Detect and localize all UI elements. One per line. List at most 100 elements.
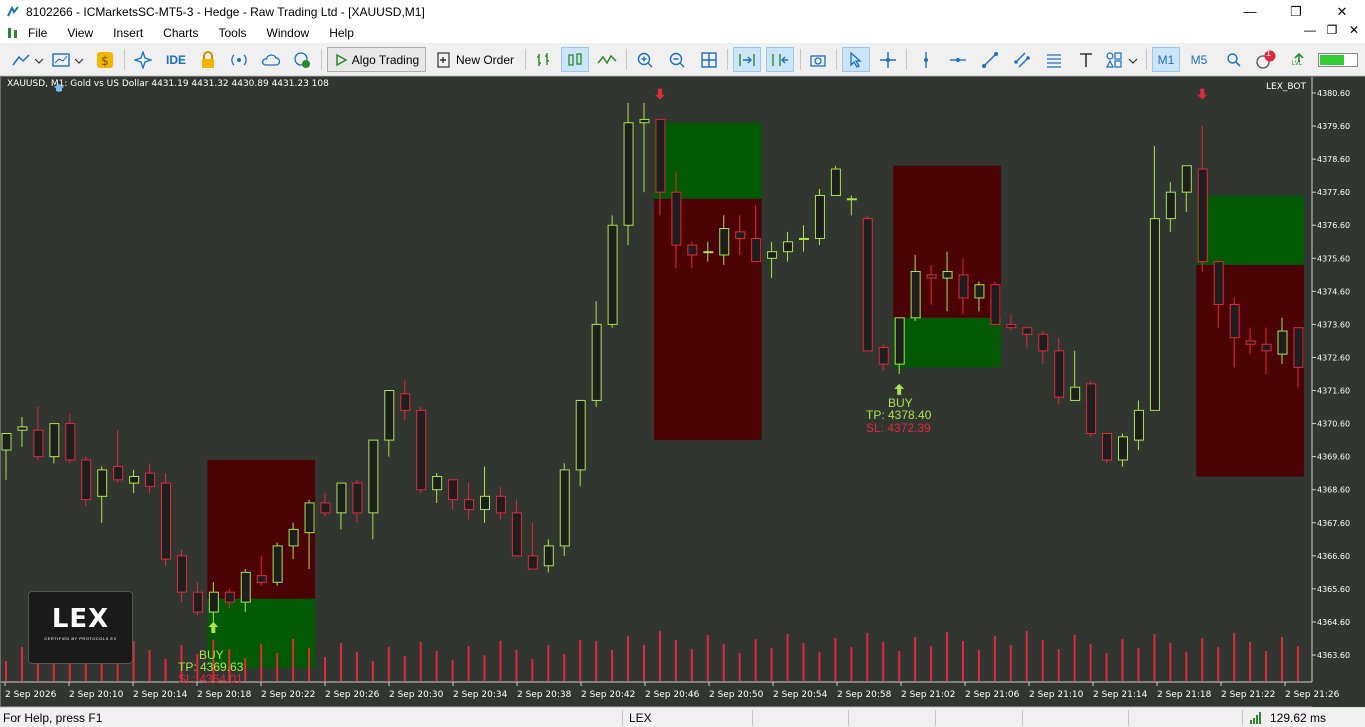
ide-label: IDE <box>165 52 186 67</box>
text-icon <box>1080 52 1092 67</box>
menu-help[interactable]: Help <box>319 26 364 40</box>
trade-4-tp-zone <box>893 317 1001 368</box>
price-tick-label: 4375.60 <box>1317 254 1350 263</box>
candle-body <box>224 591 235 603</box>
close-button[interactable]: ✕ <box>1319 0 1365 23</box>
candle-body <box>336 482 347 514</box>
cursor-tool-button[interactable] <box>842 47 870 72</box>
new-order-button[interactable]: New Order <box>430 47 520 72</box>
ide-button[interactable]: IDE <box>162 47 190 72</box>
candle-body <box>703 251 714 254</box>
search-icon <box>1227 52 1241 67</box>
market-button[interactable]: $ <box>93 47 117 72</box>
profiles-button[interactable] <box>50 47 86 72</box>
price-tick-label: 4365.60 <box>1317 585 1350 594</box>
timeframe-m5-label: M5 <box>1190 52 1208 67</box>
shapes-button[interactable] <box>1104 47 1140 72</box>
timeframe-m5-button[interactable]: M5 <box>1186 47 1212 72</box>
candle-body <box>352 482 363 514</box>
price-tick-label: 4374.60 <box>1317 287 1350 296</box>
candle-body <box>65 423 76 461</box>
candle-body <box>942 271 953 279</box>
menu-view[interactable]: View <box>57 26 103 40</box>
vps-button[interactable] <box>258 47 282 72</box>
mdi-restore-button[interactable]: ❐ <box>1321 23 1343 37</box>
mdi-close-button[interactable]: ✕ <box>1343 23 1365 37</box>
screenshot-button[interactable] <box>806 47 830 72</box>
candle-body <box>208 591 219 613</box>
channel-button[interactable] <box>1010 47 1034 72</box>
sparkle-icon <box>134 50 152 69</box>
chart-shift-button[interactable] <box>766 47 794 72</box>
channel-icon <box>1014 52 1030 67</box>
new-order-icon <box>437 51 450 68</box>
menu-insert[interactable]: Insert <box>103 26 153 40</box>
broadcast-icon <box>231 54 247 65</box>
time-tick-label: 2 Sep 20:54 <box>773 690 828 700</box>
new-chart-button[interactable] <box>10 47 46 72</box>
community-button[interactable] <box>290 47 314 72</box>
menu-window[interactable]: Window <box>257 26 320 40</box>
chart-menu-icon[interactable] <box>4 25 26 41</box>
lex-logo: LEX CERTIFIED BY PROTOCOLS EX <box>28 591 133 664</box>
candlestick-chart-button[interactable] <box>561 47 589 72</box>
tile-windows-button[interactable] <box>697 47 721 72</box>
trendline-icon <box>982 51 998 68</box>
timeframe-m1-button[interactable]: M1 <box>1152 47 1180 72</box>
menu-charts[interactable]: Charts <box>153 26 208 40</box>
notifications-button[interactable]: 1 <box>1252 47 1278 72</box>
text-tool-button[interactable] <box>1074 47 1098 72</box>
price-chart[interactable]: BUYTP: 4369.63SL: 4364.01BUYTP: 4378.40S… <box>1 77 1365 708</box>
play-icon <box>336 53 348 66</box>
time-tick-label: 2 Sep 20:10 <box>69 690 124 700</box>
trade-1-sl-label: SL: 4364.01 <box>178 672 243 686</box>
trendline-button[interactable] <box>978 47 1002 72</box>
restore-button[interactable]: ❐ <box>1273 0 1319 23</box>
price-tick-label: 4369.60 <box>1317 453 1350 462</box>
horizontal-line-button[interactable] <box>946 47 970 72</box>
dollar-coin-icon: $ <box>97 51 113 68</box>
time-tick-label: 2 Sep 21:14 <box>1093 690 1148 700</box>
candle-body <box>17 426 28 431</box>
bar-chart-button[interactable] <box>531 47 555 72</box>
candle-body <box>1229 304 1240 339</box>
fibonacci-icon <box>1047 53 1061 68</box>
candle-body <box>1118 436 1128 461</box>
line-chart-button[interactable] <box>594 47 620 72</box>
crosshair-tool-button[interactable] <box>876 47 900 72</box>
candle-body <box>304 502 315 534</box>
menu-file[interactable]: File <box>26 26 57 40</box>
vertical-line-button[interactable] <box>914 47 938 72</box>
candle-body <box>799 237 809 240</box>
candle-body <box>878 347 889 365</box>
candle-body <box>1149 218 1160 411</box>
price-tick-label: 4380.60 <box>1317 89 1350 98</box>
fibonacci-button[interactable] <box>1042 47 1066 72</box>
metatrader-app-icon <box>7 5 19 16</box>
mdi-minimize-button[interactable]: — <box>1299 23 1321 37</box>
zoom-in-button[interactable] <box>633 47 657 72</box>
candle-body <box>751 237 762 263</box>
candle-body <box>464 499 475 511</box>
time-tick-label: 2 Sep 20:50 <box>709 690 764 700</box>
minimize-button[interactable]: — <box>1227 0 1273 23</box>
search-button[interactable] <box>1222 47 1246 72</box>
menu-tools[interactable]: Tools <box>209 26 257 40</box>
connection-indicator[interactable]: LVL <box>1287 47 1311 72</box>
chart-window[interactable]: BUY TP: 4369.63 SL: 4364.01 BUY TP: 4378.40 S… <box>0 76 1365 708</box>
price-tick-label: 4378.60 <box>1317 155 1350 164</box>
candle-body <box>495 495 506 514</box>
lock-button[interactable] <box>196 47 220 72</box>
crosshair-icon <box>880 51 896 68</box>
time-tick-label: 2 Sep 20:58 <box>837 690 892 700</box>
zoom-out-button[interactable] <box>665 47 689 72</box>
signals-button[interactable] <box>227 47 251 72</box>
shapes-icon <box>1106 51 1138 68</box>
candle-body <box>448 479 459 501</box>
algo-trading-button[interactable]: Algo Trading <box>327 47 426 72</box>
lock-icon <box>202 50 214 68</box>
autoscroll-button[interactable] <box>733 47 761 72</box>
metaeditor-wizard-button[interactable] <box>131 47 155 72</box>
candle-body <box>687 244 698 256</box>
candle-body <box>288 528 299 547</box>
